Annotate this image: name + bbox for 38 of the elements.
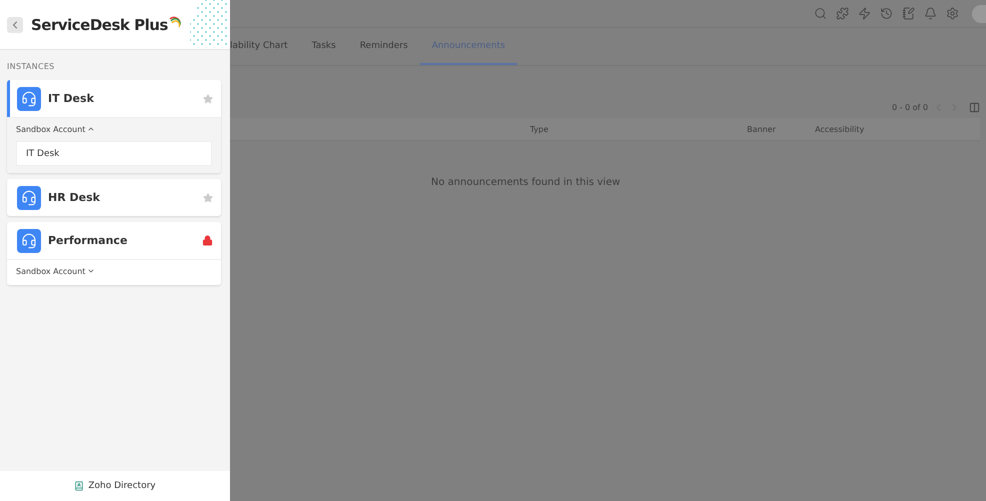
star-icon[interactable] (203, 94, 213, 104)
arc-logo-icon (168, 14, 182, 28)
directory-link[interactable]: Zoho Directory (0, 471, 230, 501)
column-header: Accessibility (815, 124, 866, 134)
instance-name: HR Desk (48, 191, 101, 204)
star-icon[interactable] (203, 192, 213, 202)
puzzle-icon[interactable] (836, 7, 849, 20)
caret-icon (87, 125, 96, 133)
dot-pattern-icon (190, 0, 230, 46)
history-icon[interactable] (880, 7, 893, 20)
sandbox-item[interactable]: IT Desk (16, 141, 212, 166)
pagination-text: 0 - 0 of 0 (892, 102, 928, 112)
column-header: Type (530, 124, 550, 134)
instance-card[interactable]: IT Desk Sandbox Account IT Desk (7, 80, 221, 173)
lock-icon (202, 235, 213, 246)
columns-icon[interactable] (969, 102, 980, 112)
headset-icon (17, 228, 41, 252)
directory-icon (74, 481, 84, 491)
notepad-icon[interactable] (902, 7, 915, 20)
app-logo: ServiceDesk Plus (31, 16, 168, 34)
instance-name: Performance (48, 234, 128, 247)
sandbox-toggle[interactable]: Sandbox Account (16, 122, 96, 136)
headset-icon (17, 186, 41, 210)
instance-name: IT Desk (48, 92, 95, 105)
instance-card[interactable]: HR Desk (7, 179, 221, 216)
settings-icon[interactable] (946, 7, 959, 20)
search-icon[interactable] (814, 7, 827, 20)
back-button[interactable] (7, 16, 23, 32)
lightning-icon[interactable] (858, 7, 871, 20)
section-title: INSTANCES (6, 61, 56, 73)
caret-icon (87, 267, 96, 275)
column-header: Banner (747, 124, 777, 134)
headset-icon (17, 86, 41, 110)
instance-card[interactable]: Performance Sandbox Account (7, 222, 221, 285)
sandbox-toggle[interactable]: Sandbox Account (16, 264, 96, 278)
bell-icon[interactable] (924, 7, 937, 20)
empty-message: No announcements found in this view (430, 176, 622, 188)
avatar-icon[interactable] (972, 4, 986, 22)
